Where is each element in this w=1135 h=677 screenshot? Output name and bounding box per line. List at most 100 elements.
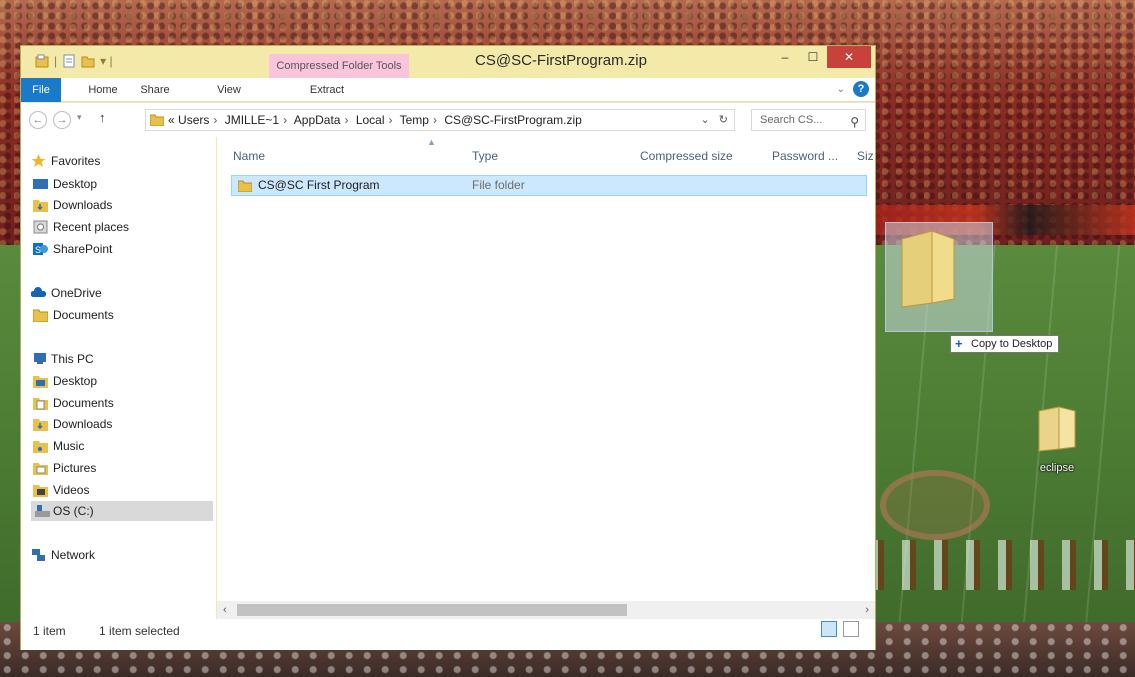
scrollbar-thumb[interactable] xyxy=(237,604,627,616)
selection-count: 1 item selected xyxy=(99,624,180,638)
nav-network[interactable]: Network xyxy=(32,545,96,565)
help-icon[interactable]: ? xyxy=(853,81,869,97)
nav-thispc-pictures[interactable]: Pictures xyxy=(33,458,96,478)
onedrive-icon xyxy=(31,287,46,297)
navigation-pane: Favorites Desktop Downloads Recent place… xyxy=(21,137,216,619)
copy-tooltip: + Copy to Desktop xyxy=(950,335,1060,353)
nav-label: This PC xyxy=(51,352,94,366)
chevron-right-icon[interactable]: › xyxy=(433,113,437,127)
tab-extract[interactable]: Extract xyxy=(297,78,357,102)
up-icon[interactable]: ↑ xyxy=(99,110,106,125)
address-row: ← → ▾ ↑ « Users › JMILLE~1 › AppData › Loca… xyxy=(21,103,875,137)
column-header-name[interactable]: Name xyxy=(233,137,265,171)
nav-thispc-music[interactable]: Music xyxy=(33,436,85,456)
tab-home[interactable]: Home xyxy=(83,78,123,102)
nav-thispc-videos[interactable]: Videos xyxy=(33,480,89,500)
tab-file[interactable]: File xyxy=(21,78,61,102)
scroll-left-icon[interactable]: ‹ xyxy=(223,601,227,619)
new-folder-icon[interactable] xyxy=(62,54,76,68)
details-view-icon[interactable] xyxy=(821,621,837,637)
folder-icon[interactable] xyxy=(81,54,95,68)
desktop-icon-label: eclipse xyxy=(1039,462,1075,474)
back-icon[interactable]: ← xyxy=(29,111,47,129)
nav-thispc-downloads[interactable]: Downloads xyxy=(33,414,112,434)
nav-thispc-osdrive[interactable]: OS (C:) xyxy=(31,501,213,521)
desktop-icon-eclipse[interactable]: eclipse xyxy=(1030,405,1084,474)
forward-icon[interactable]: → xyxy=(53,111,71,129)
ribbon-expand-icon[interactable]: ⌄ xyxy=(837,84,845,95)
breadcrumb-appdata[interactable]: AppData xyxy=(294,113,341,127)
breadcrumb-user[interactable]: JMILLE~1 xyxy=(225,113,279,127)
ribbon-right-controls: ⌄ ? xyxy=(837,81,869,97)
chevron-right-icon[interactable]: › xyxy=(213,113,217,127)
downloads-icon xyxy=(33,419,48,431)
recent-places-icon xyxy=(33,220,48,234)
maximize-icon[interactable]: ☐ xyxy=(799,46,827,68)
nav-onedrive[interactable]: OneDrive xyxy=(31,283,102,303)
column-header-password[interactable]: Password ... xyxy=(772,137,838,171)
tab-view[interactable]: View xyxy=(209,78,249,102)
recent-locations-icon[interactable]: ▾ xyxy=(77,112,82,123)
search-icon: ⚲ xyxy=(850,115,859,129)
nav-favorites-sharepoint[interactable]: S SharePoint xyxy=(33,239,112,259)
ribbon-tabs: File Home Share View Extract ⌄ ? xyxy=(21,78,875,102)
nav-label: Desktop xyxy=(53,177,98,191)
videos-icon xyxy=(33,485,48,497)
close-icon[interactable]: ✕ xyxy=(827,46,871,68)
pictures-icon xyxy=(33,463,48,475)
window-title: CS@SC-FirstProgram.zip xyxy=(475,52,647,69)
address-tools: ⌄ ↻ xyxy=(701,110,729,130)
nav-thispc[interactable]: This PC xyxy=(34,349,94,369)
folder-icon xyxy=(150,114,164,126)
nav-label: OS (C:) xyxy=(53,504,94,518)
nav-label: OneDrive xyxy=(51,286,102,300)
address-dropdown-icon[interactable]: ⌄ xyxy=(701,114,710,126)
search-input[interactable]: Search CS... ⚲ xyxy=(751,109,866,131)
qat-separator: | xyxy=(54,54,58,68)
breadcrumb-overflow[interactable]: « xyxy=(168,113,175,127)
title-bar[interactable]: | ▾ | Compressed Folder Tools CS@SC-Firs… xyxy=(21,46,875,78)
sort-ascending-icon: ▲ xyxy=(427,137,436,147)
nav-label: Music xyxy=(53,439,85,453)
refresh-icon[interactable]: ↻ xyxy=(719,114,728,126)
qat-dropdown-icon[interactable]: ▾ | xyxy=(100,54,112,68)
nav-thispc-documents[interactable]: Documents xyxy=(33,393,114,413)
nav-favorites-downloads[interactable]: Downloads xyxy=(33,195,112,215)
status-bar: 1 item 1 item selected xyxy=(21,619,875,650)
search-placeholder: Search CS... xyxy=(760,114,823,126)
folder-icon xyxy=(1038,406,1076,452)
minimize-icon[interactable]: – xyxy=(771,46,799,68)
file-name: CS@SC First Program xyxy=(258,178,380,192)
star-icon xyxy=(31,154,46,167)
column-header-size[interactable]: Siz xyxy=(857,137,874,171)
wallpaper-logo xyxy=(880,470,990,540)
folder-icon xyxy=(33,309,48,322)
horizontal-scrollbar[interactable]: ‹ › xyxy=(217,601,875,619)
nav-favorites-desktop[interactable]: Desktop xyxy=(33,174,98,194)
wallpaper-band xyxy=(870,540,1135,590)
breadcrumb-zip[interactable]: CS@SC-FirstProgram.zip xyxy=(444,113,582,127)
breadcrumb-temp[interactable]: Temp xyxy=(400,113,429,127)
column-header-compressed-size[interactable]: Compressed size xyxy=(640,137,733,171)
nav-label: Network xyxy=(51,548,96,562)
table-row[interactable]: CS@SC First Program File folder xyxy=(231,175,867,196)
column-header-type[interactable]: Type xyxy=(472,137,498,171)
chevron-right-icon[interactable]: › xyxy=(283,113,287,127)
chevron-right-icon[interactable]: › xyxy=(344,113,348,127)
drag-ghost xyxy=(885,222,993,332)
nav-favorites-recent[interactable]: Recent places xyxy=(33,217,129,237)
breadcrumb-users[interactable]: Users xyxy=(178,113,209,127)
tab-share[interactable]: Share xyxy=(135,78,175,102)
nav-onedrive-documents[interactable]: Documents xyxy=(33,305,114,325)
chevron-right-icon[interactable]: › xyxy=(389,113,393,127)
breadcrumb-local[interactable]: Local xyxy=(356,113,385,127)
nav-thispc-desktop[interactable]: Desktop xyxy=(33,371,97,391)
plus-icon: + xyxy=(955,336,963,351)
folder-icon xyxy=(901,230,955,308)
item-count: 1 item xyxy=(33,624,66,638)
properties-icon[interactable] xyxy=(35,54,49,68)
nav-favorites[interactable]: Favorites xyxy=(31,151,100,171)
scroll-right-icon[interactable]: › xyxy=(865,601,869,619)
large-icons-view-icon[interactable] xyxy=(843,621,859,637)
address-bar[interactable]: « Users › JMILLE~1 › AppData › Local › Temp ›… xyxy=(145,109,735,131)
